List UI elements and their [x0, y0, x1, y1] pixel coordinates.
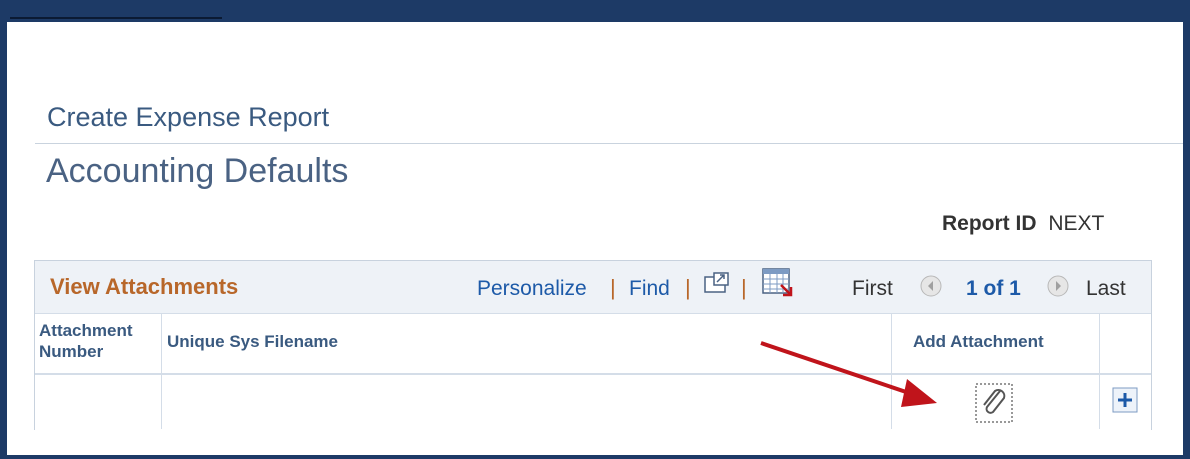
breadcrumb: Create Expense Report [47, 102, 330, 132]
column-divider [161, 313, 162, 429]
next-arrow-icon[interactable] [1046, 274, 1070, 303]
red-arrow-annotation [760, 341, 937, 407]
personalize-link[interactable]: Personalize [477, 277, 587, 301]
last-label: Last [1086, 277, 1126, 300]
attachments-grid: View Attachments Personalize | Find | | … [34, 260, 1152, 431]
popout-icon[interactable] [702, 271, 732, 300]
report-id: Report ID NEXT [942, 212, 1104, 236]
plus-icon[interactable] [1112, 387, 1138, 418]
page-title: Accounting Defaults [46, 152, 349, 190]
paperclip-icon[interactable] [975, 383, 1013, 428]
prev-arrow-icon[interactable] [919, 274, 943, 303]
first-label: First [852, 277, 893, 300]
page-info: 1 of 1 [966, 277, 1021, 300]
report-id-value: NEXT [1048, 212, 1105, 235]
title-divider [35, 143, 1183, 144]
column-attachment-number: Attachment Number [39, 321, 133, 361]
column-divider [1099, 313, 1100, 429]
find-link[interactable]: Find [629, 277, 670, 301]
separator: | [685, 275, 691, 300]
column-unique-sys-filename: Unique Sys Filename [167, 332, 338, 351]
grid-header: View Attachments Personalize | Find | | … [35, 261, 1151, 313]
grid-title: View Attachments [50, 274, 239, 299]
report-id-label: Report ID [942, 212, 1037, 235]
separator: | [610, 275, 616, 300]
spreadsheet-download-icon[interactable] [761, 267, 793, 302]
table-row [35, 373, 1151, 431]
column-header-row: Attachment Number Unique Sys Filename Ad… [35, 313, 1151, 374]
separator: | [741, 275, 747, 300]
